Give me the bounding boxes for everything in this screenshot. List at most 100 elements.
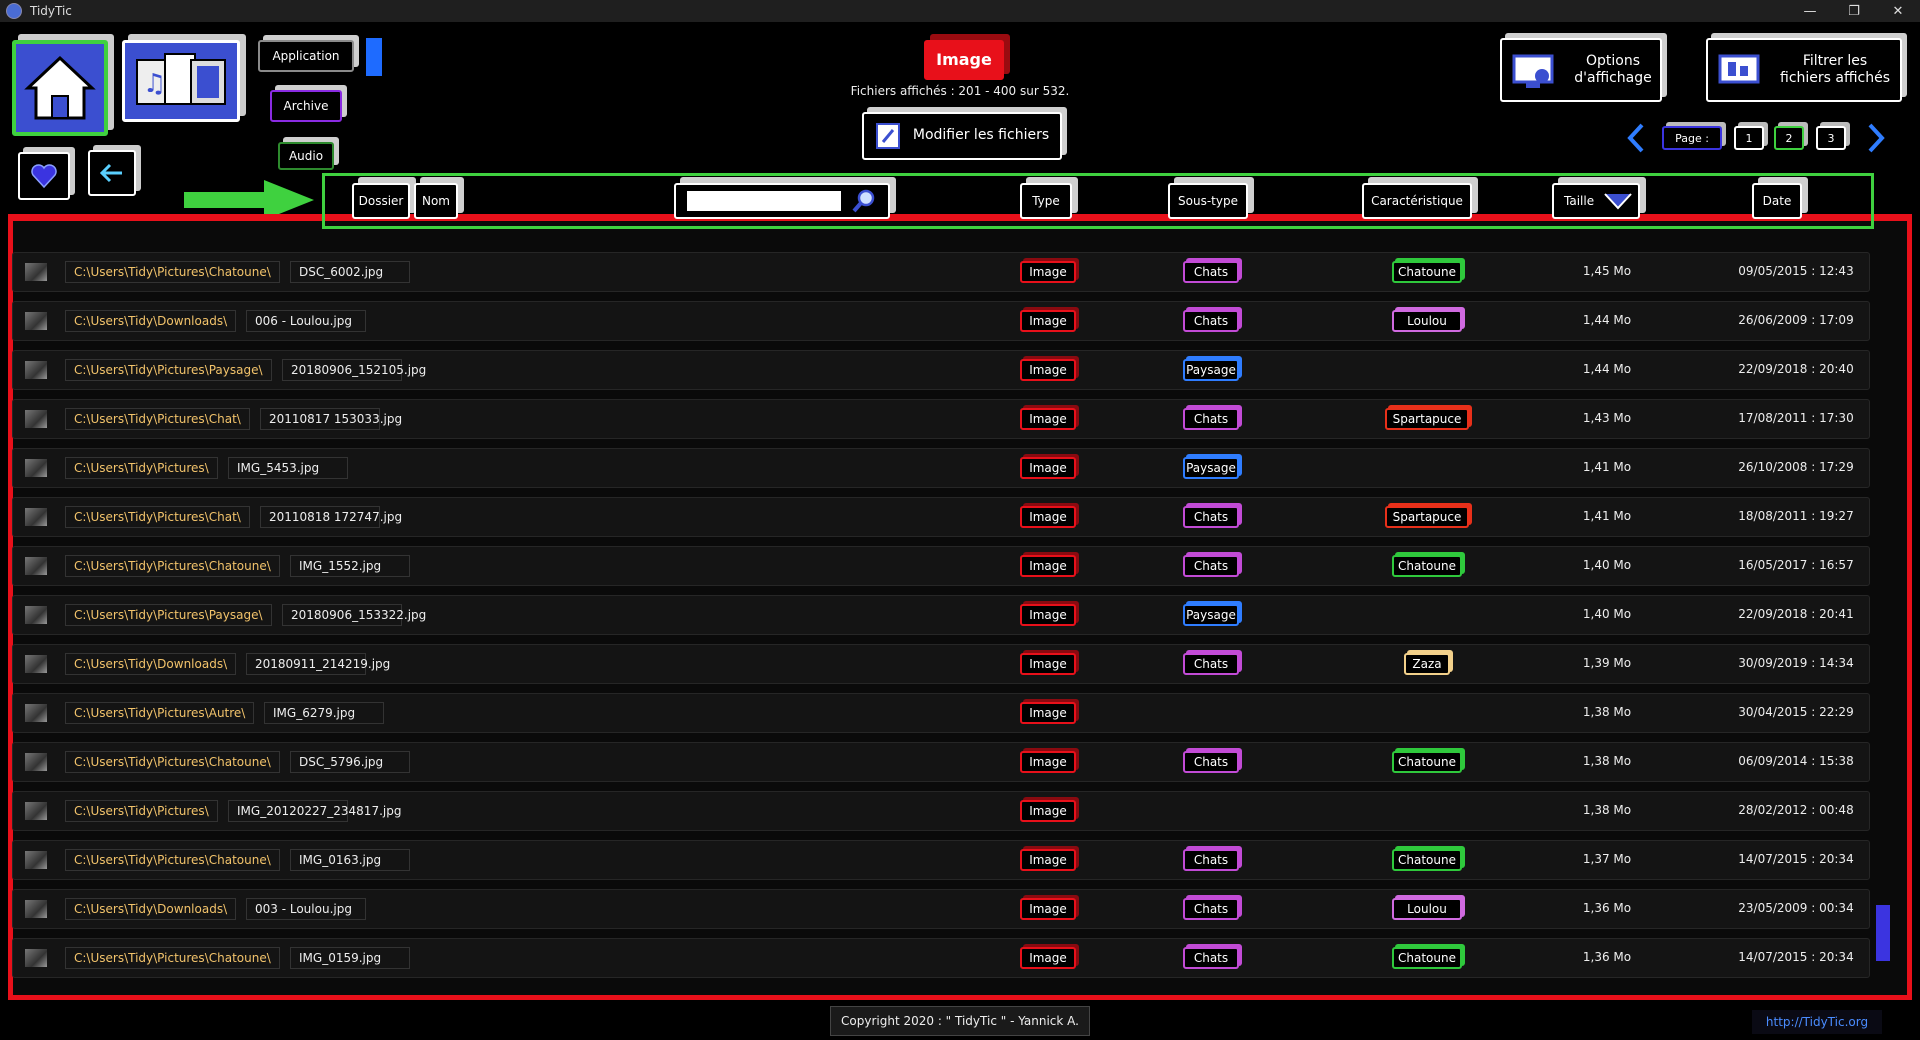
page-3-button[interactable]: 3 [1816,126,1846,150]
category-archive-button[interactable]: Archive [270,90,342,122]
row-characteristic-tag[interactable]: Spartapuce [1385,506,1469,528]
category-application-button[interactable]: Application [258,40,354,72]
table-row[interactable]: C:\Users\Tidy\Downloads\ 20180911_214219.… [12,644,1870,684]
table-row[interactable]: C:\Users\Tidy\Pictures\Chat\ 20110818 172… [12,497,1870,537]
column-folder-button[interactable]: Dossier [352,183,410,219]
row-type-tag[interactable]: Image [1020,849,1076,871]
table-row[interactable]: C:\Users\Tidy\Pictures\Chatoune\ DSC_6002… [12,252,1870,292]
filter-files-button[interactable]: Filtrer les fichiers affichés [1706,38,1902,102]
row-folder[interactable]: C:\Users\Tidy\Pictures\ [65,457,218,479]
website-link[interactable]: http://TidyTic.org [1752,1010,1882,1034]
row-filename[interactable]: 003 - Loulou.jpg [246,898,366,920]
row-subtype-tag[interactable]: Chats [1183,310,1239,332]
row-folder[interactable]: C:\Users\Tidy\Pictures\Paysage\ [65,359,272,381]
row-folder[interactable]: C:\Users\Tidy\Pictures\Chatoune\ [65,261,280,283]
row-subtype-tag[interactable]: Chats [1183,555,1239,577]
row-subtype-tag[interactable]: Chats [1183,408,1239,430]
row-type-tag[interactable]: Image [1020,898,1076,920]
row-filename[interactable]: 20180911_214219.jpg [246,653,390,675]
row-type-tag[interactable]: Image [1020,653,1076,675]
column-type-button[interactable]: Type [1020,183,1072,219]
restore-button[interactable]: ❐ [1832,0,1876,22]
column-date-button[interactable]: Date [1752,183,1802,219]
row-filename[interactable]: DSC_5796.jpg [290,751,410,773]
row-folder[interactable]: C:\Users\Tidy\Pictures\Chatoune\ [65,751,280,773]
row-folder[interactable]: C:\Users\Tidy\Pictures\Autre\ [65,702,255,724]
row-characteristic-tag[interactable]: Zaza [1404,653,1450,675]
row-filename[interactable]: 20110818 172747.jpg [260,506,402,528]
row-type-tag[interactable]: Image [1020,261,1076,283]
row-folder[interactable]: C:\Users\Tidy\Pictures\ [65,800,218,822]
row-type-tag[interactable]: Image [1020,310,1076,332]
row-characteristic-tag[interactable]: Chatoune [1392,261,1462,283]
row-type-tag[interactable]: Image [1020,408,1076,430]
row-folder[interactable]: C:\Users\Tidy\Pictures\Chat\ [65,506,250,528]
row-folder[interactable]: C:\Users\Tidy\Downloads\ [65,310,237,332]
row-filename[interactable]: 006 - Loulou.jpg [246,310,366,332]
table-row[interactable]: C:\Users\Tidy\Pictures\Chatoune\ IMG_1552… [12,546,1870,586]
row-folder[interactable]: C:\Users\Tidy\Pictures\Chat\ [65,408,250,430]
row-type-tag[interactable]: Image [1020,555,1076,577]
row-characteristic-tag[interactable]: Chatoune [1392,849,1462,871]
row-folder[interactable]: C:\Users\Tidy\Pictures\Paysage\ [65,604,272,626]
row-filename[interactable]: DSC_6002.jpg [290,261,410,283]
table-row[interactable]: C:\Users\Tidy\Pictures\Chatoune\ IMG_0163… [12,840,1870,880]
row-subtype-tag[interactable]: Chats [1183,751,1239,773]
row-folder[interactable]: C:\Users\Tidy\Downloads\ [65,653,237,675]
table-row[interactable]: C:\Users\Tidy\Downloads\ 003 - Loulou.jpg… [12,889,1870,929]
close-button[interactable]: ✕ [1876,0,1920,22]
row-subtype-tag[interactable]: Chats [1183,653,1239,675]
back-button[interactable] [88,150,136,196]
row-filename[interactable]: IMG_0163.jpg [290,849,410,871]
row-type-tag[interactable]: Image [1020,604,1076,626]
row-filename[interactable]: 20110817 153033.jpg [260,408,402,430]
row-type-tag[interactable]: Image [1020,359,1076,381]
home-button[interactable] [12,40,108,136]
row-folder[interactable]: C:\Users\Tidy\Downloads\ [65,898,237,920]
row-filename[interactable]: IMG_1552.jpg [290,555,410,577]
column-name-button[interactable]: Nom [414,183,458,219]
favorites-button[interactable] [18,152,70,200]
scrollbar-thumb[interactable] [1876,905,1890,961]
category-audio-button[interactable]: Audio [278,142,334,170]
display-options-button[interactable]: Options d'affichage [1500,38,1662,102]
row-subtype-tag[interactable]: Paysage [1183,359,1239,381]
table-row[interactable]: C:\Users\Tidy\Downloads\ 006 - Loulou.jpg… [12,301,1870,341]
row-folder[interactable]: C:\Users\Tidy\Pictures\Chatoune\ [65,947,280,969]
row-subtype-tag[interactable]: Chats [1183,506,1239,528]
row-filename[interactable]: IMG_0159.jpg [290,947,410,969]
row-characteristic-tag[interactable]: Spartapuce [1385,408,1469,430]
column-subtype-button[interactable]: Sous-type [1168,183,1248,219]
row-characteristic-tag[interactable]: Loulou [1392,310,1462,332]
row-subtype-tag[interactable]: Chats [1183,898,1239,920]
row-filename[interactable]: 20180906_153322.jpg [282,604,426,626]
page-2-button[interactable]: 2 [1774,126,1804,150]
column-size-button[interactable]: Taille [1552,183,1640,219]
column-characteristic-button[interactable]: Caractéristique [1362,183,1472,219]
active-type-button[interactable]: Image [924,40,1004,80]
table-row[interactable]: C:\Users\Tidy\Pictures\Paysage\ 20180906_… [12,595,1870,635]
table-row[interactable]: C:\Users\Tidy\Pictures\Paysage\ 20180906_… [12,350,1870,390]
table-row[interactable]: C:\Users\Tidy\Pictures\Chat\ 20110817 153… [12,399,1870,439]
row-characteristic-tag[interactable]: Loulou [1392,898,1462,920]
row-folder[interactable]: C:\Users\Tidy\Pictures\Chatoune\ [65,555,280,577]
previous-page-button[interactable] [1622,122,1650,154]
search-icon[interactable] [851,188,877,214]
row-type-tag[interactable]: Image [1020,457,1076,479]
row-type-tag[interactable]: Image [1020,702,1076,724]
row-type-tag[interactable]: Image [1020,947,1076,969]
minimize-button[interactable]: — [1788,0,1832,22]
table-row[interactable]: C:\Users\Tidy\Pictures\Autre\ IMG_6279.jp… [12,693,1870,733]
row-filename[interactable]: IMG_20120227_234817.jpg [228,800,401,822]
row-subtype-tag[interactable]: Chats [1183,261,1239,283]
row-subtype-tag[interactable]: Chats [1183,849,1239,871]
table-row[interactable]: C:\Users\Tidy\Pictures\Chatoune\ DSC_5796… [12,742,1870,782]
table-row[interactable]: C:\Users\Tidy\Pictures\Chatoune\ IMG_0159… [12,938,1870,978]
row-characteristic-tag[interactable]: Chatoune [1392,751,1462,773]
row-characteristic-tag[interactable]: Chatoune [1392,555,1462,577]
modify-files-button[interactable]: Modifier les fichiers [862,112,1062,160]
row-subtype-tag[interactable]: Paysage [1183,604,1239,626]
row-folder[interactable]: C:\Users\Tidy\Pictures\Chatoune\ [65,849,280,871]
row-subtype-tag[interactable]: Paysage [1183,457,1239,479]
row-type-tag[interactable]: Image [1020,506,1076,528]
